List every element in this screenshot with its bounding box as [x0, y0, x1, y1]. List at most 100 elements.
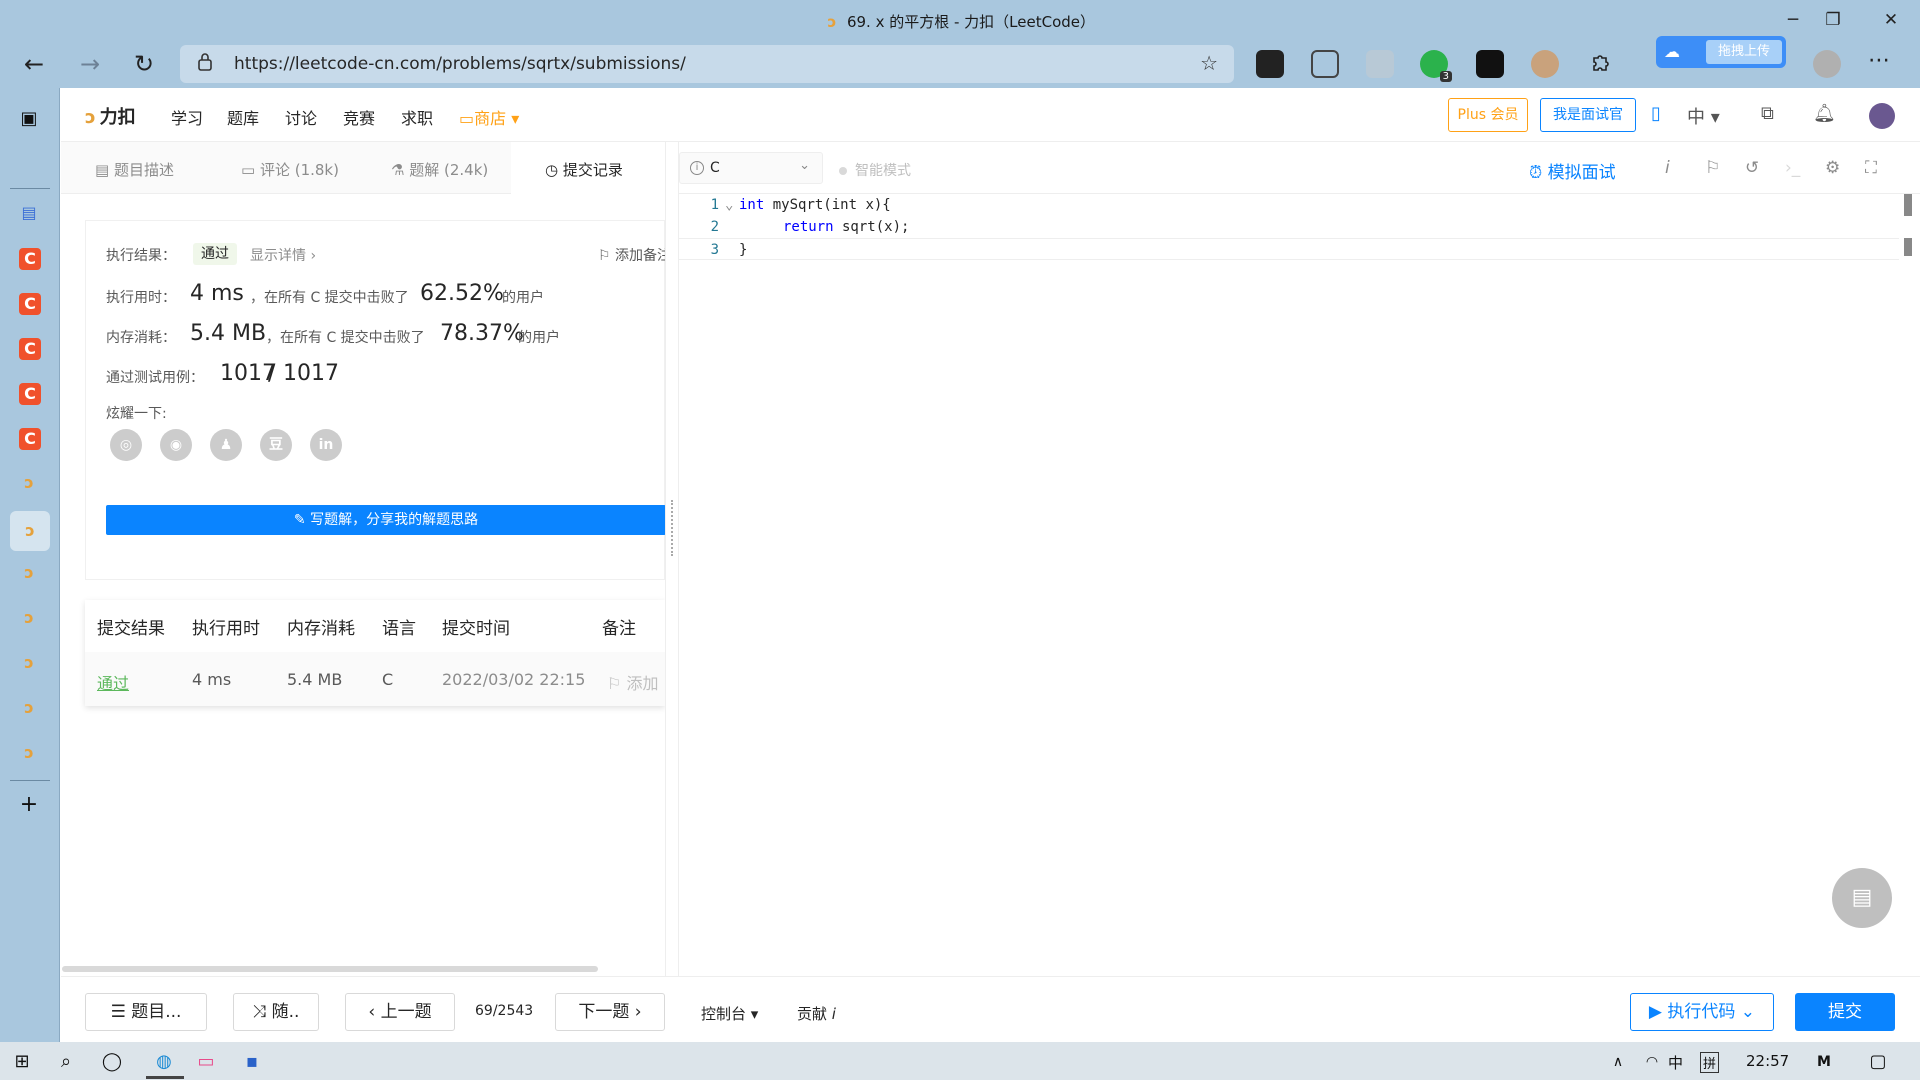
table-row[interactable]: 通过 4 ms 5.4 MB C 2022/03/02 22:15 ⚐ 添加 — [85, 652, 665, 706]
extension-face-icon[interactable] — [1531, 50, 1559, 78]
reset-icon[interactable]: ↺ — [1745, 158, 1759, 178]
address-bar[interactable]: https://leetcode-cn.com/problems/sqrtx/s… — [180, 45, 1234, 83]
network-icon[interactable]: ◠ — [1640, 1050, 1664, 1074]
contribute-link[interactable]: 贡献 i — [797, 1003, 836, 1024]
run-code-button[interactable]: ▶ 执行代码 ⌄ — [1630, 993, 1774, 1031]
editor-scrollbar[interactable] — [1904, 194, 1912, 256]
tab-submissions[interactable]: ◷ 提交记录 — [545, 159, 623, 180]
add-note-button[interactable]: ⚐ 添加备注 — [598, 245, 671, 265]
new-tab-plus-icon[interactable]: + — [14, 790, 44, 820]
linkedin-share-icon[interactable]: in — [310, 429, 342, 461]
user-avatar[interactable] — [1869, 103, 1895, 129]
mobile-icon[interactable]: ▯ — [1651, 103, 1661, 124]
ime-pinyin-indicator[interactable]: 拼 — [1700, 1052, 1720, 1073]
console-toggle[interactable]: 控制台 ▾ — [701, 1003, 758, 1024]
nav-problems[interactable]: 题库 — [227, 105, 259, 129]
tab-description[interactable]: ▤ 题目描述 — [95, 159, 174, 180]
restore-button[interactable]: ❐ — [1810, 6, 1856, 34]
more-menu-icon[interactable]: ⋯ — [1868, 48, 1890, 73]
next-problem-button[interactable]: 下一题 › — [555, 993, 665, 1031]
tab-leetcode-icon[interactable]: ↄ — [14, 468, 44, 498]
language-select[interactable]: i C ⌄ — [679, 152, 823, 184]
edge-browser-icon[interactable]: ◍ — [152, 1050, 176, 1074]
plus-member-button[interactable]: Plus 会员 — [1448, 98, 1528, 132]
terminal-icon[interactable]: ›_ — [1785, 158, 1800, 178]
write-solution-button[interactable]: ✎ 写题解，分享我的解题思路 — [106, 505, 666, 535]
tab-leetcode-icon[interactable]: ↄ — [14, 558, 44, 588]
windows-start-icon[interactable]: ⊞ — [10, 1050, 34, 1074]
interviewer-button[interactable]: 我是面试官 — [1540, 98, 1636, 132]
extension-folder-icon[interactable] — [1366, 50, 1394, 78]
app-word-icon[interactable]: ▪ — [240, 1050, 264, 1074]
submit-button[interactable]: 提交 — [1795, 993, 1895, 1031]
show-details-link[interactable]: 显示详情 › — [250, 245, 316, 265]
cortana-icon[interactable]: ◯ — [100, 1050, 124, 1074]
tab-leetcode-active-icon[interactable]: ↄ — [10, 511, 50, 551]
mock-interview-button[interactable]: ⏰︎ 模拟面试 — [1529, 158, 1616, 183]
profile-avatar[interactable] — [1813, 50, 1841, 78]
tab-leetcode-icon[interactable]: ↄ — [14, 648, 44, 678]
fullscreen-icon[interactable]: ⛶ — [1865, 158, 1877, 178]
extension-shield-icon[interactable]: 3 — [1420, 50, 1452, 82]
tray-app-icon[interactable]: M — [1812, 1050, 1836, 1074]
flag-icon[interactable]: ⚐ — [1705, 158, 1720, 178]
tab-leetcode-icon[interactable]: ↄ — [14, 738, 44, 768]
drag-handle-icon[interactable] — [671, 500, 673, 556]
tab-docs-icon[interactable]: ▤ — [14, 198, 44, 228]
tab-actions-icon[interactable]: ▣ — [14, 104, 44, 134]
prev-label: 上一题 — [380, 1002, 432, 1022]
prev-problem-button[interactable]: ‹ 上一题 — [345, 993, 455, 1031]
leetcode-logo[interactable]: ↄ 力扣 — [85, 103, 136, 129]
favorite-star-icon[interactable]: ☆ — [1200, 51, 1218, 75]
nav-shop[interactable]: ▭商店 ▾ — [459, 105, 519, 129]
row-add-note[interactable]: ⚐ 添加 — [607, 670, 665, 694]
app-pink-icon[interactable]: ▭ — [194, 1050, 218, 1074]
notes-fab-icon[interactable]: ▤ — [1832, 868, 1892, 928]
wechat-share-icon[interactable]: ◎ — [110, 429, 142, 461]
nav-discuss[interactable]: 讨论 — [285, 105, 317, 129]
close-window-button[interactable]: ✕ — [1868, 6, 1914, 34]
smart-mode-toggle[interactable]: 智能模式 — [839, 160, 911, 180]
douban-share-icon[interactable]: 豆 — [260, 429, 292, 461]
extension-lc-icon[interactable] — [1476, 50, 1504, 78]
tab-leetcode-icon[interactable]: ↄ — [14, 603, 44, 633]
qq-share-icon[interactable]: ♟ — [210, 429, 242, 461]
nav-jobs[interactable]: 求职 — [401, 105, 433, 129]
next-label: 下一题 — [578, 1002, 630, 1022]
random-button[interactable]: ⤨ 随.. — [233, 993, 319, 1031]
horizontal-scrollbar[interactable] — [62, 966, 598, 972]
problem-list-button[interactable]: ☰ 题目... — [85, 993, 207, 1031]
playground-icon[interactable]: ⧉ — [1761, 103, 1774, 124]
forward-button[interactable]: → — [74, 49, 106, 79]
info-italic-icon[interactable]: i — [1665, 158, 1670, 178]
ime-indicator[interactable]: 中 — [1668, 1052, 1683, 1073]
nav-contest[interactable]: 竞赛 — [343, 105, 375, 129]
tab-c-icon[interactable]: C — [19, 293, 41, 315]
tab-comments[interactable]: ▭ 评论 (1.8k) — [241, 159, 339, 180]
search-icon[interactable]: ⌕ — [54, 1050, 78, 1074]
settings-gear-icon[interactable]: ⚙ — [1825, 158, 1840, 178]
nav-study[interactable]: 学习 — [171, 105, 203, 129]
language-toggle[interactable]: 中 ▾ — [1687, 103, 1720, 129]
back-button[interactable]: ← — [18, 49, 50, 79]
tab-solutions[interactable]: ⚗ 题解 (2.4k) — [391, 159, 488, 180]
tab-c-icon[interactable]: C — [19, 338, 41, 360]
tray-chevron-up-icon[interactable]: ∧ — [1606, 1050, 1630, 1074]
row-status-link[interactable]: 通过 — [97, 670, 129, 694]
pane-splitter[interactable] — [665, 142, 679, 980]
puzzle-icon[interactable] — [1586, 50, 1614, 78]
weibo-share-icon[interactable]: ◉ — [160, 429, 192, 461]
tab-c-icon[interactable]: C — [19, 248, 41, 270]
tab-leetcode-icon[interactable]: ↄ — [14, 693, 44, 723]
tab-c-icon[interactable]: C — [19, 383, 41, 405]
clock[interactable]: 22:57 — [1746, 1052, 1789, 1070]
extension-tampermonkey-icon[interactable] — [1256, 50, 1284, 78]
fold-chevron-icon[interactable]: ⌄ — [725, 194, 733, 216]
refresh-button[interactable]: ↻ — [128, 49, 160, 79]
collections-icon[interactable] — [1311, 50, 1339, 78]
code-editor[interactable]: 1 ⌄ int mySqrt(int x){ 2 return sqrt(x);… — [679, 194, 1920, 976]
tab-c-icon[interactable]: C — [19, 428, 41, 450]
baidu-upload-widget[interactable]: ☁ 拖拽上传 — [1656, 36, 1786, 68]
notification-center-icon[interactable]: ▢ — [1866, 1050, 1890, 1074]
notification-bell-icon[interactable]: 🔔︎ — [1813, 103, 1836, 124]
